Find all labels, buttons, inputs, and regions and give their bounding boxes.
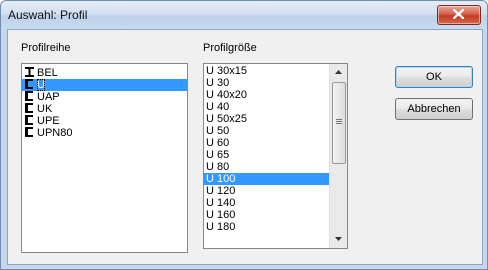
profilreihe-item[interactable]: UAP: [22, 91, 187, 103]
scroll-thumb[interactable]: [332, 82, 346, 164]
profilreihe-item[interactable]: UK: [22, 103, 187, 115]
profilgroesse-item-label: U 80: [206, 161, 230, 173]
profilreihe-item-label: UAP: [37, 91, 60, 103]
profilgroesse-item-label: U 100: [206, 173, 236, 185]
profilgroesse-listbox[interactable]: U 30x15 U 30 U 40x20 U 40 U 50x25 U 50 U 60 U 6…: [203, 63, 348, 249]
profilgroesse-label: Profilgröße: [203, 42, 257, 54]
title-bar[interactable]: Auswahl: Profil: [1, 1, 487, 29]
profilgroesse-item-label: U 50x25: [206, 113, 247, 125]
u-channel-icon: [25, 91, 33, 101]
dialog-window: Auswahl: Profil Profilreihe Profilgröße …: [0, 0, 488, 270]
profilgroesse-scrollbar[interactable]: [329, 64, 347, 248]
profilgroesse-item-label: U 40x20: [206, 89, 247, 101]
profilgroesse-item-label: U 30x15: [206, 65, 247, 77]
profilgroesse-item[interactable]: U 120: [204, 185, 346, 197]
profilreihe-item-label: U: [37, 79, 45, 91]
profilgroesse-item[interactable]: U 50: [204, 125, 346, 137]
profilgroesse-item[interactable]: U 50x25: [204, 113, 346, 125]
profilgroesse-item-label: U 120: [206, 185, 236, 197]
ok-button[interactable]: OK: [395, 66, 473, 88]
profilgroesse-item[interactable]: U 40x20: [204, 89, 346, 101]
profilgroesse-item-label: U 60: [206, 137, 230, 149]
profilreihe-item[interactable]: UPE: [22, 115, 187, 127]
profilgroesse-item-label: U 50: [206, 125, 230, 137]
profilreihe-label: Profilreihe: [21, 42, 71, 54]
cancel-button[interactable]: Abbrechen: [395, 98, 473, 120]
profilreihe-item-label: UPE: [37, 115, 60, 127]
profilreihe-item[interactable]: U: [22, 79, 187, 91]
arrow-down-icon: [335, 237, 342, 241]
scroll-up-button[interactable]: [330, 64, 347, 81]
profilgroesse-item[interactable]: U 40: [204, 101, 346, 113]
profilreihe-item[interactable]: BEL: [22, 67, 187, 79]
profilgroesse-item-label: U 30: [206, 77, 230, 89]
profilgroesse-item[interactable]: U 30x15: [204, 65, 346, 77]
u-channel-icon: [25, 115, 33, 125]
profilgroesse-item-label: U 40: [206, 101, 230, 113]
profilgroesse-item[interactable]: U 140: [204, 197, 346, 209]
profilreihe-item[interactable]: UPN80: [22, 127, 187, 139]
close-button[interactable]: [437, 5, 481, 25]
u-channel-icon: [25, 79, 33, 89]
profilreihe-item-label: BEL: [37, 67, 58, 79]
profilreihe-item-label: UK: [37, 103, 53, 115]
profilgroesse-item[interactable]: U 65: [204, 149, 346, 161]
i-beam-icon: [25, 67, 34, 77]
profilgroesse-item-label: U 65: [206, 149, 230, 161]
close-x-icon: [453, 9, 464, 19]
profilgroesse-item-label: U 140: [206, 197, 236, 209]
profilgroesse-item[interactable]: U 160: [204, 209, 346, 221]
profilgroesse-item[interactable]: U 180: [204, 221, 346, 233]
profilgroesse-item-label: U 160: [206, 209, 236, 221]
arrow-up-icon: [335, 70, 342, 74]
profilgroesse-item[interactable]: U 80: [204, 161, 346, 173]
u-channel-icon: [25, 103, 33, 113]
window-title: Auswahl: Profil: [8, 8, 88, 22]
scroll-down-button[interactable]: [330, 231, 347, 248]
profilgroesse-item[interactable]: U 60: [204, 137, 346, 149]
profilreihe-item-label: UPN80: [37, 127, 73, 139]
profilgroesse-item[interactable]: U 100: [204, 173, 346, 185]
profilreihe-listbox[interactable]: BEL U UAP UK UPE UPN80: [21, 63, 188, 253]
u-channel-icon: [25, 127, 33, 137]
profilgroesse-item-label: U 180: [206, 221, 236, 233]
dialog-client-area: Profilreihe Profilgröße BEL U UAP UK UPE UPN8…: [7, 29, 483, 265]
profilgroesse-item[interactable]: U 30: [204, 77, 346, 89]
